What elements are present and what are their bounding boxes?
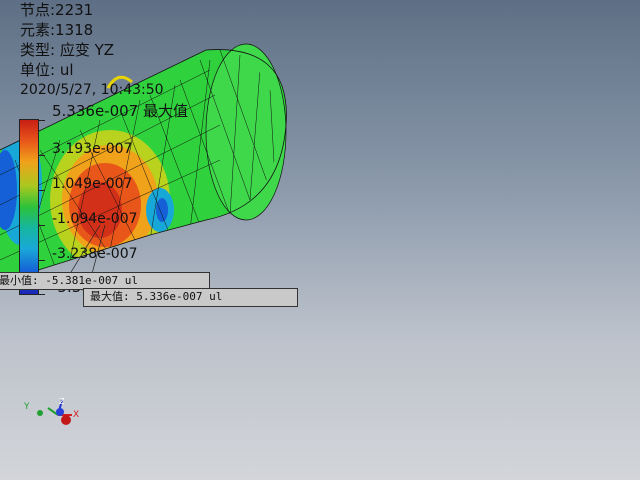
legend-tick (39, 120, 45, 121)
legend-label-1: 3.193e-007 (52, 141, 133, 157)
timestamp: 2020/5/27, 10:43:50 (20, 82, 164, 98)
axis-triad[interactable] (37, 399, 72, 425)
legend-label-3: -1.094e-007 (52, 211, 138, 227)
element-count: 元素:1318 (20, 21, 94, 39)
axis-z-label: Z (59, 397, 65, 406)
legend-label-2: 1.049e-007 (52, 176, 133, 192)
legend-tick (39, 225, 45, 226)
result-unit: 单位: ul (20, 61, 74, 79)
legend-tick (39, 260, 45, 261)
node-count: 节点:2231 (20, 1, 94, 19)
legend-max-label: 5.336e-007 最大值 (52, 102, 188, 120)
max-value-callout[interactable]: 最大值: 5.336e-007 ul (83, 288, 298, 307)
legend-label-4: -3.238e-007 (52, 246, 138, 262)
axis-x-label: X (73, 410, 80, 420)
color-legend-bar (19, 119, 39, 295)
model-viewport[interactable] (0, 0, 640, 480)
result-type: 类型: 应变 YZ (20, 41, 115, 59)
legend-tick (39, 155, 45, 156)
legend-tick (39, 294, 45, 295)
legend-tick (39, 190, 45, 191)
axis-y-label: Y (24, 402, 30, 412)
